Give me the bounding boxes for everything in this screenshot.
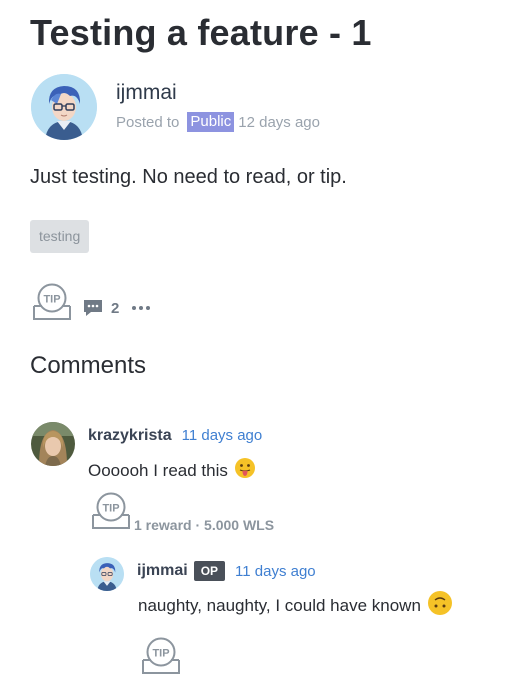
more-options-button[interactable] <box>131 305 151 311</box>
author-name[interactable]: ijmmai <box>116 81 177 105</box>
tag-testing[interactable]: testing <box>30 220 90 253</box>
tip-icon: TIP <box>142 637 180 674</box>
avatar-illustration <box>31 74 97 140</box>
comment-tip-button[interactable]: TIP <box>90 491 132 536</box>
reply-author-avatar[interactable] <box>90 557 124 591</box>
post-body: Just testing. No need to read, or tip. <box>30 166 347 188</box>
author-avatar[interactable] <box>31 74 97 140</box>
comment-count: 2 <box>111 299 120 317</box>
comment-bubble-icon <box>84 300 102 316</box>
reply-text: naughty, naughty, I could have known <box>138 590 453 621</box>
upside-down-face-emoji-icon <box>427 590 453 621</box>
post-meta: Posted to Public 12 days ago <box>116 112 320 132</box>
posted-to-label: Posted to <box>116 113 180 131</box>
post-actions: TIP 2 <box>31 282 151 327</box>
photo-avatar <box>31 422 75 466</box>
svg-text:TIP: TIP <box>102 503 119 515</box>
post-page: Testing a feature - 1 ijmmai Posted to P… <box>0 0 531 695</box>
ellipsis-icon <box>132 306 151 310</box>
post-time[interactable]: 12 days ago <box>238 114 320 131</box>
comment-body: Oooooh I read this <box>88 460 228 480</box>
reply-tip-button[interactable]: TIP <box>140 636 182 681</box>
reply-header: ijmmai OP 11 days ago <box>137 561 316 581</box>
svg-text:TIP: TIP <box>43 293 60 305</box>
comment-tip-row: TIP 1 reward · 5.000 WLS <box>90 491 274 536</box>
svg-text:TIP: TIP <box>152 648 169 660</box>
reward-summary[interactable]: 1 reward · 5.000 WLS <box>134 517 274 533</box>
tip-icon: TIP <box>33 283 71 320</box>
comment-header: krazykrista 11 days ago <box>88 427 262 445</box>
tip-icon: TIP <box>92 492 130 529</box>
comment-text: Oooooh I read this <box>88 457 256 484</box>
tip-button[interactable]: TIP <box>31 282 73 327</box>
comment-time[interactable]: 11 days ago <box>182 427 263 444</box>
community-badge[interactable]: Public <box>187 112 235 132</box>
reply-time[interactable]: 11 days ago <box>235 563 316 580</box>
reply-tip-row: TIP <box>140 636 182 681</box>
post-title: Testing a feature - 1 <box>30 12 372 53</box>
tongue-out-emoji-icon <box>234 457 256 484</box>
comment-author[interactable]: krazykrista <box>88 427 172 445</box>
avatar-illustration <box>90 557 124 591</box>
comments-heading: Comments <box>30 352 147 379</box>
commenter-avatar[interactable] <box>31 422 75 466</box>
comments-button[interactable]: 2 <box>83 299 119 317</box>
reply-body: naughty, naughty, I could have known <box>138 595 421 615</box>
reply-author[interactable]: ijmmai <box>137 562 188 580</box>
op-badge: OP <box>193 561 226 581</box>
